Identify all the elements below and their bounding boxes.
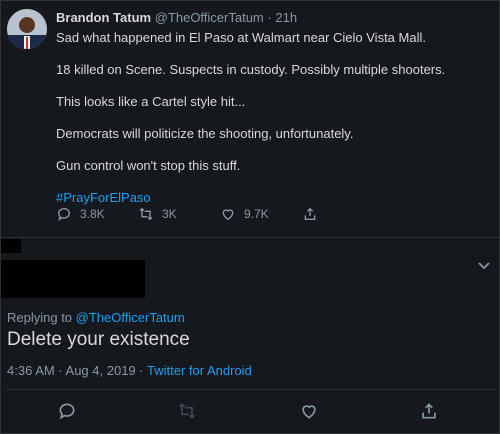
share-action[interactable] <box>302 206 318 222</box>
divider <box>1 237 500 238</box>
author-handle[interactable]: @TheOfficerTatum <box>155 10 264 25</box>
retweet-icon[interactable] <box>177 401 197 421</box>
replying-to-handle[interactable]: @TheOfficerTatum <box>76 310 185 325</box>
like-action[interactable]: 9.7K <box>220 206 269 222</box>
original-tweet[interactable]: Brandon Tatum @TheOfficerTatum · 21h Sad… <box>1 1 500 237</box>
replying-to: Replying to @TheOfficerTatum <box>7 310 185 325</box>
tweet-body: Sad what happened in El Paso at Walmart … <box>56 29 486 221</box>
like-icon[interactable] <box>299 401 319 421</box>
reply-icon <box>57 208 70 221</box>
author-name[interactable]: Brandon Tatum <box>56 10 151 25</box>
reply-meta: 4:36 AM · Aug 4, 2019 · Twitter for Andr… <box>7 363 252 378</box>
header-separator: · <box>267 10 272 25</box>
like-count: 9.7K <box>244 207 269 221</box>
reply-timestamp[interactable]: 4:36 AM · Aug 4, 2019 <box>7 363 136 378</box>
tweet-paragraph: Gun control won't stop this stuff. <box>56 158 241 173</box>
tweet-header: Brandon Tatum @TheOfficerTatum · 21h <box>56 9 297 27</box>
hashtag-link[interactable]: #PrayForElPaso <box>56 190 151 205</box>
tweet-paragraph: 18 killed on Scene. Suspects in custody.… <box>56 62 446 77</box>
like-icon <box>222 209 234 221</box>
redaction-bar <box>1 239 21 253</box>
tweet-actions: 3.8K 3K 9.7K <box>56 206 346 226</box>
tweet-screenshot: Brandon Tatum @TheOfficerTatum · 21h Sad… <box>0 0 500 434</box>
meta-separator: · <box>139 363 144 378</box>
avatar[interactable] <box>7 9 47 49</box>
reply-action[interactable]: 3.8K <box>56 206 105 222</box>
tweet-paragraph: Democrats will politicize the shooting, … <box>56 126 354 141</box>
replying-to-label: Replying to <box>7 310 73 325</box>
tweet-paragraph: This looks like a Cartel style hit... <box>56 94 246 109</box>
reply-text: Delete your existence <box>7 329 190 350</box>
reply-source[interactable]: Twitter for Android <box>147 363 252 378</box>
reply-icon[interactable] <box>57 401 77 421</box>
reply-count: 3.8K <box>80 207 105 221</box>
share-icon[interactable] <box>419 401 439 421</box>
chevron-down-icon[interactable] <box>477 259 491 273</box>
retweet-count: 3K <box>162 207 177 221</box>
tweet-paragraph: Sad what happened in El Paso at Walmart … <box>56 30 426 45</box>
tweet-time[interactable]: 21h <box>275 10 297 25</box>
retweet-action[interactable]: 3K <box>138 206 177 222</box>
redacted-reply-author <box>1 260 145 298</box>
retweet-icon <box>139 207 153 221</box>
reply-actions <box>1 401 500 423</box>
share-icon <box>304 207 316 220</box>
divider <box>7 389 495 390</box>
